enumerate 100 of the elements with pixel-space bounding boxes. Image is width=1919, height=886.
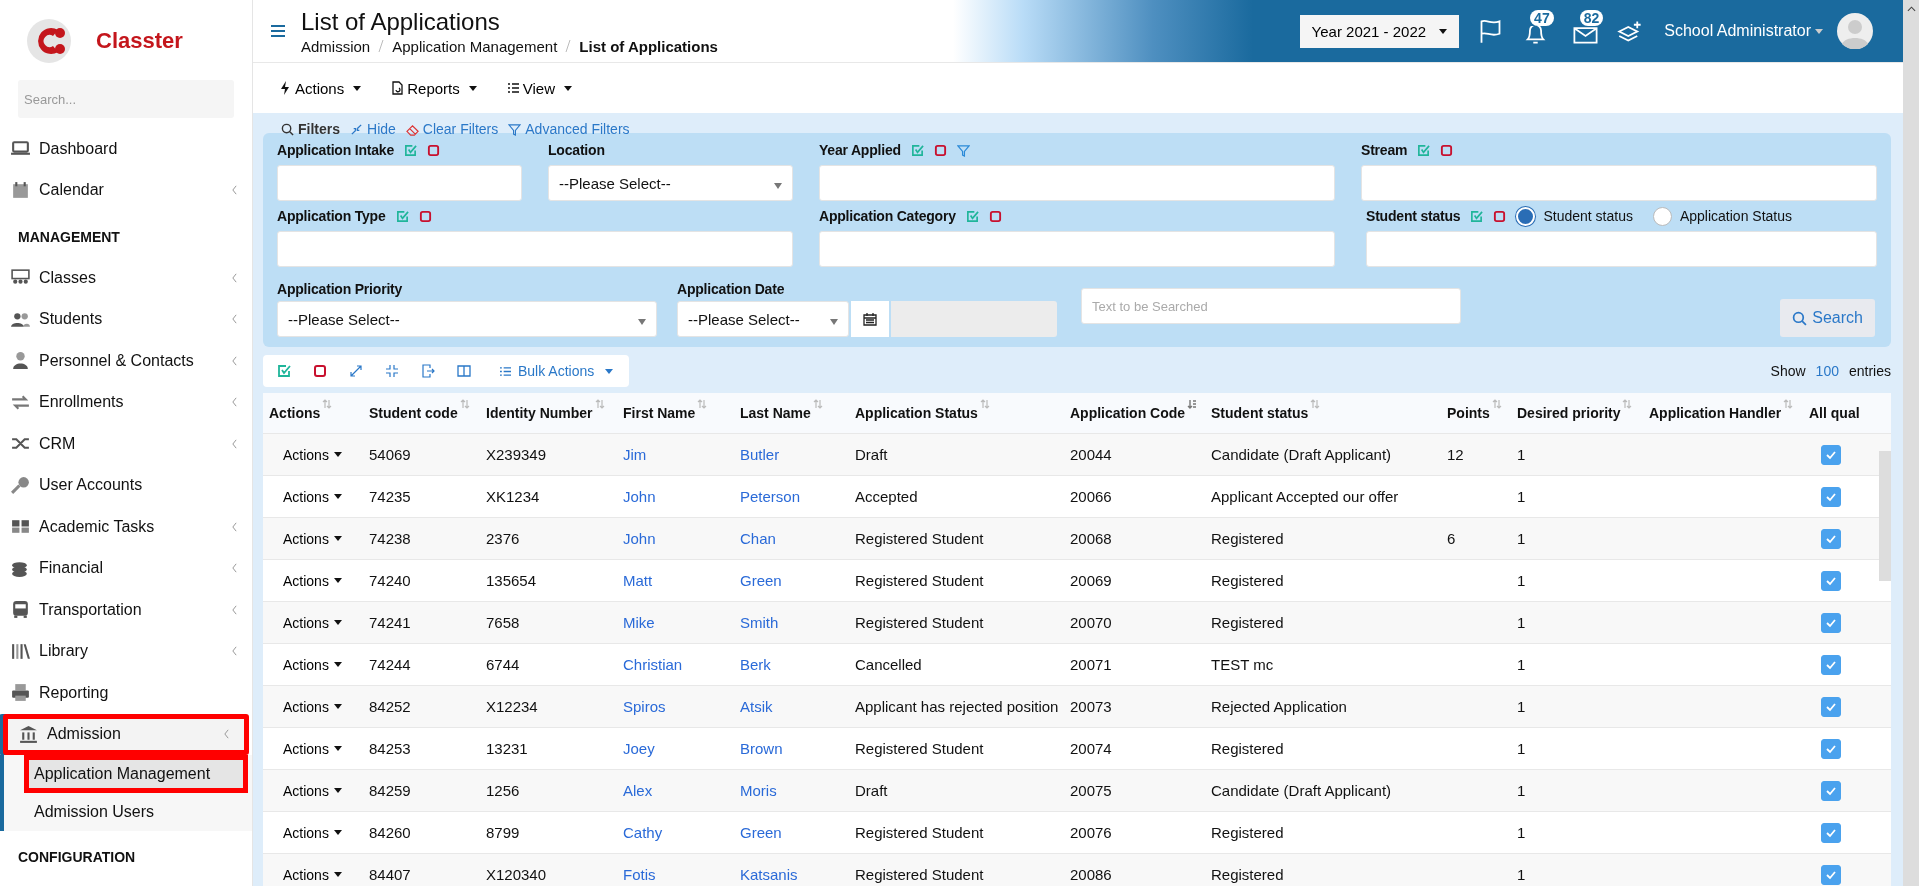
select-field[interactable]: --Please Select-- [677, 301, 849, 337]
name-link[interactable]: Matt [623, 572, 653, 589]
breadcrumb-link[interactable]: Admission [301, 37, 371, 55]
menu-item[interactable]: Transportation [0, 589, 252, 631]
checkbox[interactable] [1821, 822, 1841, 843]
column-header[interactable]: Identity Number [480, 393, 617, 434]
name-link[interactable]: Moris [740, 782, 777, 799]
expand-icon[interactable] [349, 364, 363, 378]
menu-item[interactable]: Academic Tasks [0, 506, 252, 548]
filter-link[interactable]: Advanced Filters [508, 121, 630, 137]
checkbox[interactable] [1821, 528, 1841, 549]
sort-icon[interactable] [1187, 399, 1198, 409]
select-all-icon[interactable] [965, 209, 979, 223]
radio-option[interactable]: Application Status [1652, 206, 1793, 226]
deselect-icon[interactable] [933, 143, 947, 157]
input-field[interactable] [277, 165, 522, 201]
name-link[interactable]: Spiros [623, 698, 666, 715]
name-link[interactable]: Jim [623, 446, 647, 463]
deselect-icon[interactable] [1493, 209, 1507, 223]
column-header[interactable]: Actions [263, 393, 363, 434]
input-field[interactable] [819, 165, 1335, 201]
toolbar-dropdown[interactable]: Actions [273, 75, 368, 101]
name-link[interactable]: Alex [623, 782, 653, 799]
name-link[interactable]: Berk [740, 656, 771, 673]
entries-count[interactable]: 100 [1815, 363, 1839, 379]
deselect-icon[interactable] [427, 143, 440, 157]
column-header[interactable]: Student status [1205, 393, 1441, 434]
select-all-icon[interactable] [910, 143, 924, 157]
sort-icon[interactable] [322, 399, 333, 409]
scroll-up-icon[interactable] [1906, 6, 1916, 12]
scrollbar[interactable] [1903, 0, 1919, 886]
column-header[interactable]: Application Code [1064, 393, 1205, 434]
submenu-item[interactable]: Admission Users [0, 792, 252, 831]
sort-icon[interactable] [979, 399, 990, 409]
deselect-icon[interactable] [313, 364, 327, 378]
search-button[interactable]: Search [1780, 299, 1875, 337]
name-link[interactable]: Smith [740, 614, 779, 631]
menu-item[interactable]: Library [0, 630, 252, 672]
checkbox[interactable] [1821, 654, 1841, 675]
column-header[interactable]: First Name [617, 393, 734, 434]
name-link[interactable]: Brown [740, 740, 783, 757]
checkbox[interactable] [1821, 696, 1841, 717]
breadcrumb-link[interactable]: Application Management [392, 37, 558, 55]
menu-item[interactable]: Dashboard [0, 128, 252, 170]
calendar-button[interactable] [851, 301, 889, 337]
menu-item[interactable]: Students [0, 298, 252, 340]
sort-icon[interactable] [697, 399, 708, 409]
checkbox[interactable] [1821, 780, 1841, 801]
envelope-icon[interactable] [1571, 26, 1599, 46]
select-field[interactable]: --Please Select-- [277, 301, 657, 337]
column-header[interactable]: Points [1441, 393, 1511, 434]
input-field[interactable] [277, 231, 793, 267]
menu-item[interactable]: Enrollments [0, 381, 252, 423]
name-link[interactable]: Chan [740, 530, 776, 547]
sort-icon[interactable] [1783, 399, 1794, 409]
select-field[interactable]: --Please Select-- [548, 165, 793, 201]
export-icon[interactable] [421, 364, 435, 378]
select-all-icon[interactable] [404, 143, 417, 157]
sort-icon[interactable] [459, 399, 470, 409]
scrollbar[interactable] [1879, 451, 1891, 581]
deselect-icon[interactable] [1440, 143, 1454, 157]
sort-icon[interactable] [1622, 399, 1633, 409]
name-link[interactable]: Joey [623, 740, 655, 757]
search-field[interactable]: Search... [18, 80, 234, 118]
deselect-icon[interactable] [988, 209, 1002, 223]
filter-link[interactable]: Clear Filters [405, 121, 499, 137]
menu-icon[interactable] [271, 25, 285, 37]
input-field[interactable] [1366, 231, 1877, 267]
menu-item[interactable]: Financial [0, 547, 252, 589]
select-all-icon[interactable] [395, 209, 409, 223]
name-link[interactable]: Green [740, 824, 782, 841]
name-link[interactable]: Green [740, 572, 782, 589]
checkbox[interactable] [1821, 444, 1841, 465]
name-link[interactable]: John [623, 530, 656, 547]
column-header[interactable]: Last Name [734, 393, 849, 434]
toolbar-dropdown[interactable]: Reports [385, 75, 483, 101]
menu-item[interactable]: Admission [3, 713, 249, 755]
sort-icon[interactable] [812, 399, 823, 409]
sort-icon[interactable] [1310, 399, 1321, 409]
year-dropdown[interactable]: Year 2021 - 2022 [1299, 14, 1460, 48]
search-field[interactable]: Text to be Searched [1081, 288, 1461, 324]
submenu-item[interactable]: Application Management [24, 754, 248, 793]
radio-option[interactable]: Student status [1516, 206, 1633, 226]
name-link[interactable]: John [623, 488, 656, 505]
checkbox[interactable] [1821, 738, 1841, 759]
checkbox[interactable] [1821, 486, 1841, 507]
input-field[interactable] [1361, 165, 1877, 201]
menu-item[interactable]: User Accounts [0, 464, 252, 506]
menu-item[interactable]: Reporting [0, 672, 252, 714]
name-link[interactable]: Cathy [623, 824, 663, 841]
menu-item[interactable]: CRM [0, 423, 252, 465]
column-header[interactable]: All qual [1803, 393, 1891, 434]
select-all-icon[interactable] [1470, 209, 1484, 223]
filter-icon[interactable] [956, 143, 970, 157]
avatar-icon[interactable] [1837, 13, 1873, 49]
toolbar-dropdown[interactable]: View [500, 75, 578, 101]
collapse-icon[interactable] [385, 364, 399, 378]
column-header[interactable]: Student code [363, 393, 480, 434]
deselect-icon[interactable] [418, 209, 432, 223]
column-header[interactable]: Application Status [849, 393, 1064, 434]
